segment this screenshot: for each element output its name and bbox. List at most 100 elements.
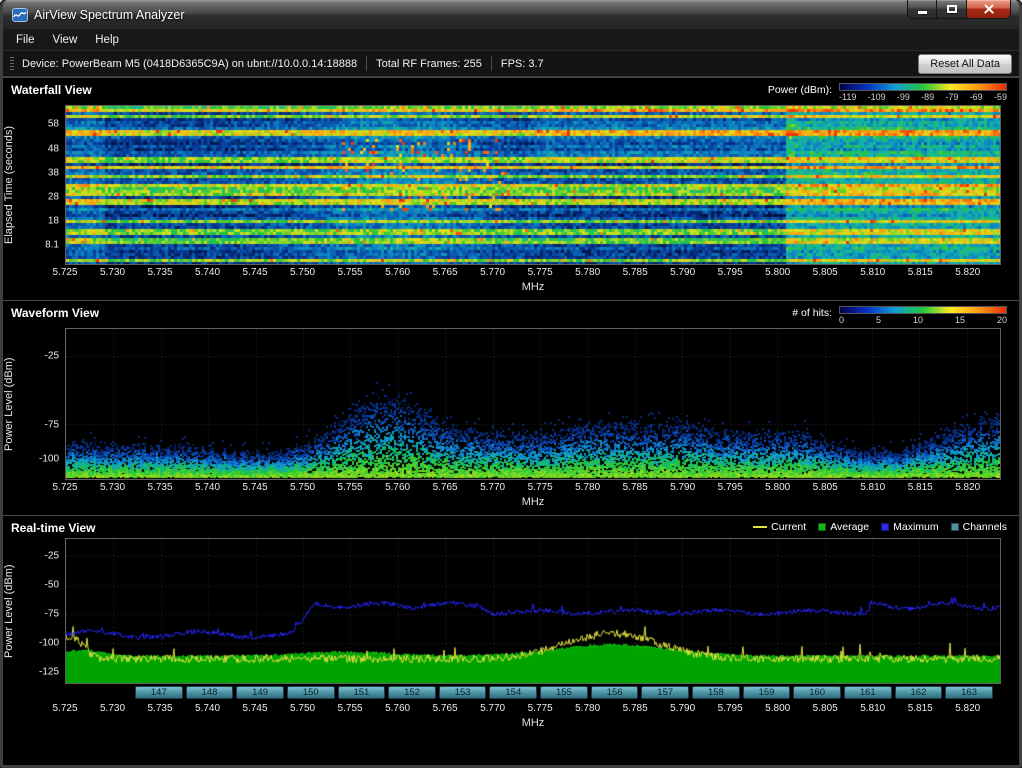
title-bar[interactable]: AirView Spectrum Analyzer [3, 0, 1019, 29]
y-tick-label: 48 [48, 143, 59, 154]
maximize-button[interactable] [937, 0, 966, 19]
freq-tick-label: 5.805 [813, 482, 838, 493]
channel-badge: 160 [793, 686, 841, 699]
close-icon [983, 4, 995, 15]
waveform-title: Waveform View [11, 306, 99, 320]
freq-tick-label: 5.820 [955, 703, 980, 714]
freq-tick-label: 5.785 [623, 482, 648, 493]
waterfall-title: Waterfall View [11, 83, 92, 97]
gradient-tick-label: -99 [897, 92, 910, 102]
freq-tick-label: 5.800 [765, 482, 790, 493]
channel-badge: 147 [135, 686, 183, 699]
channel-badge: 150 [287, 686, 335, 699]
status-bar: Device: PowerBeam M5 (0418D6365C9A) on u… [3, 51, 1019, 77]
y-tick-label: -25 [45, 550, 59, 561]
freq-tick-label: 5.735 [148, 482, 173, 493]
waterfall-y-ticks: 58483828188.1 [19, 105, 65, 265]
freq-tick-label: 5.750 [290, 703, 315, 714]
channel-badge: 152 [388, 686, 436, 699]
separator [366, 56, 367, 71]
waveform-canvas [66, 329, 1000, 479]
channel-badge: 162 [895, 686, 943, 699]
waterfall-canvas [66, 106, 1000, 264]
reset-all-data-button[interactable]: Reset All Data [918, 54, 1012, 74]
app-window: AirView Spectrum Analyzer File View Help… [0, 0, 1022, 768]
menu-view[interactable]: View [44, 31, 87, 49]
realtime-legend: Current Average Maximum Channels [753, 521, 1007, 533]
freq-tick-label: 5.795 [718, 703, 743, 714]
channel-badge: 155 [540, 686, 588, 699]
freq-tick-label: 5.785 [623, 267, 648, 278]
menu-help[interactable]: Help [86, 31, 128, 49]
rf-frames-status: Total RF Frames: 255 [376, 58, 482, 70]
freq-tick-label: 5.775 [528, 703, 553, 714]
realtime-y-ticks: -25-50-75-100-125 [19, 538, 65, 684]
freq-tick-label: 5.765 [433, 267, 458, 278]
channel-badge: 154 [489, 686, 537, 699]
hits-legend: # of hits: 05101520 [792, 306, 1007, 325]
y-tick-label: 18 [48, 216, 59, 227]
freq-tick-label: 5.815 [908, 482, 933, 493]
freq-tick-label: 5.790 [670, 703, 695, 714]
close-button[interactable] [966, 0, 1011, 19]
channel-badge: 157 [641, 686, 689, 699]
freq-tick-label: 5.740 [195, 267, 220, 278]
freq-tick-label: 5.745 [243, 267, 268, 278]
freq-tick-label: 5.725 [52, 267, 77, 278]
freq-tick-label: 5.760 [385, 482, 410, 493]
freq-tick-label: 5.770 [480, 703, 505, 714]
legend-channels-label: Channels [963, 521, 1007, 533]
y-tick-label: -50 [45, 579, 59, 590]
y-tick-label: -100 [39, 638, 59, 649]
menu-file[interactable]: File [7, 31, 44, 49]
maximum-swatch-icon [881, 523, 889, 531]
separator [491, 56, 492, 71]
gradient-tick-label: 10 [913, 315, 923, 325]
freq-tick-label: 5.755 [338, 267, 363, 278]
freq-tick-label: 5.730 [100, 482, 125, 493]
freq-tick-label: 5.770 [480, 267, 505, 278]
gradient-tick-label: 15 [955, 315, 965, 325]
freq-tick-label: 5.735 [148, 703, 173, 714]
window-title: AirView Spectrum Analyzer [34, 8, 185, 22]
waterfall-plot [65, 105, 1001, 265]
freq-tick-label: 5.785 [623, 703, 648, 714]
gradient-tick-label: 5 [876, 315, 881, 325]
freq-tick-label: 5.790 [670, 482, 695, 493]
freq-tick-label: 5.730 [100, 267, 125, 278]
freq-tick-label: 5.815 [908, 703, 933, 714]
channel-badge: 156 [591, 686, 639, 699]
freq-tick-label: 5.780 [575, 267, 600, 278]
freq-tick-label: 5.780 [575, 703, 600, 714]
freq-tick-label: 5.760 [385, 267, 410, 278]
freq-tick-label: 5.730 [100, 703, 125, 714]
freq-tick-label: 5.815 [908, 267, 933, 278]
y-tick-label: 8.1 [45, 240, 59, 251]
gradient-tick-label: 0 [839, 315, 844, 325]
channel-badge: 161 [844, 686, 892, 699]
waveform-panel: Waveform View # of hits: 05101520 Power … [3, 300, 1019, 515]
channel-badge: 151 [338, 686, 386, 699]
legend-current-label: Current [771, 521, 806, 533]
fps-status: FPS: 3.7 [501, 58, 544, 70]
waveform-y-ticks: -25-75-100 [19, 328, 65, 480]
freq-tick-label: 5.820 [955, 482, 980, 493]
legend-maximum-label: Maximum [893, 521, 939, 533]
hits-gradient-bar [839, 306, 1007, 314]
freq-tick-label: 5.765 [433, 482, 458, 493]
y-tick-label: -75 [45, 608, 59, 619]
freq-tick-label: 5.745 [243, 482, 268, 493]
freq-tick-label: 5.805 [813, 703, 838, 714]
channel-badge: 148 [186, 686, 234, 699]
freq-tick-label: 5.740 [195, 703, 220, 714]
freq-tick-label: 5.745 [243, 703, 268, 714]
freq-tick-label: 5.725 [52, 703, 77, 714]
freq-tick-label: 5.770 [480, 482, 505, 493]
power-legend: Power (dBm): -119-109-99-89-79-69-59 [768, 83, 1007, 102]
realtime-plot [65, 538, 1001, 684]
y-tick-label: -25 [45, 350, 59, 361]
gradient-tick-label: 20 [997, 315, 1007, 325]
freq-tick-label: 5.795 [718, 482, 743, 493]
minimize-button[interactable] [907, 0, 937, 19]
app-icon [12, 7, 28, 23]
